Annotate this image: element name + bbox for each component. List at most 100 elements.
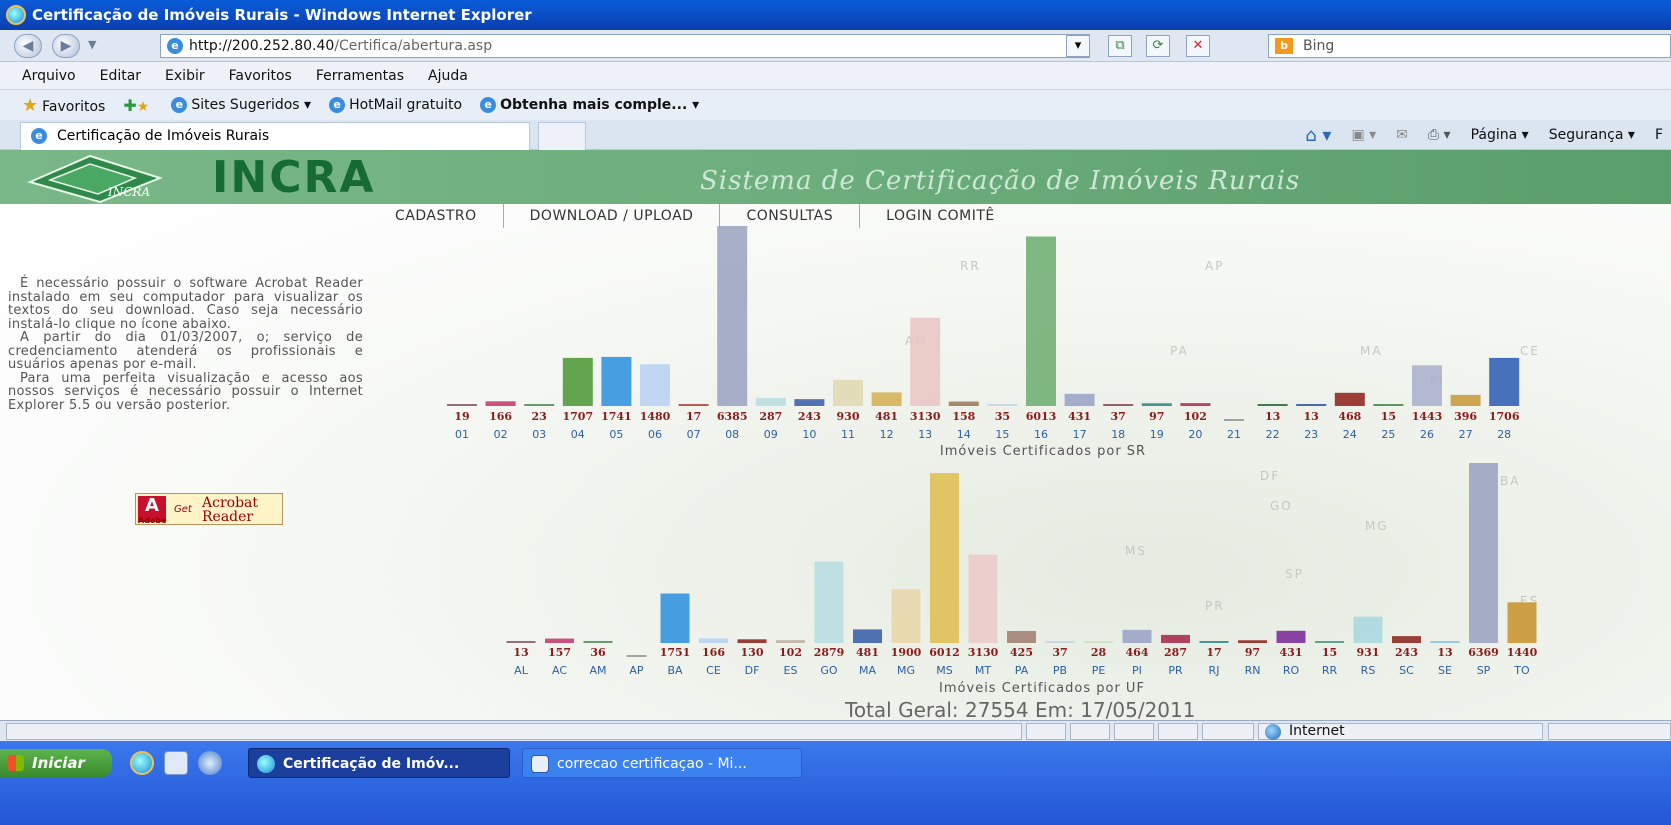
- quicklaunch-ie-icon[interactable]: [130, 751, 154, 775]
- value-label-19: 97: [1149, 410, 1164, 423]
- feeds-icon[interactable]: ▣ ▾: [1351, 127, 1376, 143]
- history-dropdown-icon[interactable]: ▼: [88, 38, 96, 51]
- category-label-21: 21: [1227, 428, 1241, 441]
- url-field[interactable]: e http://200.252.80.40/Certifica/abertur…: [160, 34, 1090, 58]
- category-label-pr: PR: [1168, 664, 1183, 677]
- menu-arquivo[interactable]: Arquivo: [22, 68, 76, 84]
- compatibility-view-button[interactable]: ⧉: [1108, 35, 1132, 57]
- category-label-26: 26: [1420, 428, 1434, 441]
- category-label-05: 05: [609, 428, 623, 441]
- add-favorite-star-icon: ★: [136, 98, 150, 115]
- bing-icon: b: [1275, 38, 1293, 54]
- category-label-mg: MG: [897, 664, 915, 677]
- forward-button[interactable]: ▶: [52, 34, 80, 58]
- category-label-25: 25: [1381, 428, 1395, 441]
- start-button[interactable]: Iniciar: [0, 749, 112, 777]
- tab-certificacao[interactable]: e Certificação de Imóveis Rurais: [20, 122, 530, 150]
- value-label-mt: 3130: [968, 646, 999, 659]
- status-cell: [1026, 723, 1066, 740]
- bar-06: [640, 364, 670, 406]
- bar-pi: [1122, 629, 1152, 643]
- value-label-al: 13: [513, 646, 528, 659]
- security-zone[interactable]: Internet: [1258, 723, 1543, 740]
- menu-exibir[interactable]: Exibir: [165, 68, 205, 84]
- value-label-10: 243: [798, 410, 821, 423]
- menu-ferramentas[interactable]: Ferramentas: [316, 68, 404, 84]
- map-label: SP: [1285, 567, 1304, 581]
- bar-11: [833, 379, 863, 406]
- taskbar-ie-window[interactable]: Certificação de Imóv...: [248, 748, 510, 778]
- bar-23: [1296, 404, 1327, 406]
- get-more-addons-link[interactable]: e Obtenha mais comple... ▾: [480, 97, 699, 113]
- category-label-pi: PI: [1132, 664, 1142, 677]
- category-label-ba: BA: [667, 664, 683, 677]
- suggested-sites-link[interactable]: e Sites Sugeridos ▾: [171, 97, 311, 113]
- security-menu[interactable]: Segurança ▾: [1549, 127, 1635, 143]
- category-label-02: 02: [494, 428, 508, 441]
- status-text-cell: [6, 723, 1022, 740]
- menu-favoritos[interactable]: Favoritos: [229, 68, 292, 84]
- value-label-17: 431: [1068, 410, 1091, 423]
- star-icon: ★: [22, 94, 39, 116]
- charts-area: RR AP AM PA MA CE PI BA DF GO MG MS SP PR ES 19 01 166 02…: [447, 226, 1538, 720]
- value-label-03: 23: [532, 410, 547, 423]
- category-label-19: 19: [1150, 428, 1164, 441]
- globe-icon: [1265, 724, 1281, 740]
- zoom-cell[interactable]: [1548, 723, 1671, 740]
- favorites-label: Favoritos: [42, 98, 106, 115]
- print-icon[interactable]: ⎙ ▾: [1428, 127, 1451, 143]
- bar-14: [948, 401, 979, 406]
- category-label-14: 14: [957, 428, 971, 441]
- more-menu[interactable]: F: [1655, 127, 1663, 143]
- ie-link-icon: e: [480, 97, 497, 113]
- menu-ajuda[interactable]: Ajuda: [428, 68, 468, 84]
- page-menu[interactable]: Página ▾: [1471, 127, 1529, 143]
- quicklaunch-desktop-icon[interactable]: [164, 751, 188, 775]
- new-tab-button[interactable]: [538, 122, 586, 150]
- bar-df: [737, 639, 767, 643]
- bar-12: [871, 392, 902, 406]
- add-favorite-button[interactable]: ✚★: [123, 96, 153, 115]
- category-label-24: 24: [1343, 428, 1357, 441]
- refresh-button[interactable]: ⟳: [1146, 35, 1170, 57]
- task1-label: Certificação de Imóv...: [283, 756, 460, 772]
- url-host: http://200.252.80.40: [189, 38, 335, 54]
- stop-button[interactable]: ✕: [1186, 35, 1210, 57]
- favorites-button[interactable]: ★ Favoritos: [22, 95, 105, 116]
- bar-24: [1334, 392, 1365, 406]
- category-label-20: 20: [1188, 428, 1202, 441]
- command-bar: ⌂ ▾ ▣ ▾ ✉ ⎙ ▾ Página ▾ Segurança ▾ F: [1305, 120, 1671, 150]
- quicklaunch-media-icon[interactable]: [198, 751, 222, 775]
- menu-editar[interactable]: Editar: [100, 68, 141, 84]
- category-label-22: 22: [1266, 428, 1280, 441]
- bar-09: [755, 397, 786, 406]
- category-label-13: 13: [918, 428, 932, 441]
- bar-ac: [545, 638, 574, 643]
- url-dropdown-button[interactable]: ▾: [1066, 35, 1090, 57]
- value-label-pb: 37: [1052, 646, 1067, 659]
- search-input[interactable]: b Bing: [1268, 34, 1671, 58]
- value-label-16: 6013: [1026, 410, 1057, 423]
- value-label-ac: 157: [548, 646, 571, 659]
- suggested-sites-label: Sites Sugeridos ▾: [191, 97, 312, 113]
- mail-icon[interactable]: ✉: [1396, 127, 1408, 143]
- search-placeholder: Bing: [1303, 38, 1335, 54]
- value-label-to: 1440: [1507, 646, 1538, 659]
- status-cell: [1158, 723, 1198, 740]
- taskbar-word-window[interactable]: correcao certificaçao - Mi...: [522, 748, 802, 778]
- back-button[interactable]: ◀: [14, 34, 42, 58]
- menu-bar: Arquivo Editar Exibir Favoritos Ferramen…: [0, 62, 1671, 90]
- value-label-sc: 243: [1395, 646, 1418, 659]
- refresh-icon: ⟳: [1152, 38, 1164, 53]
- value-label-ma: 481: [856, 646, 879, 659]
- category-label-df: DF: [745, 664, 760, 677]
- value-label-25: 15: [1381, 410, 1396, 423]
- category-label-ro: RO: [1283, 664, 1300, 677]
- category-label-28: 28: [1497, 428, 1511, 441]
- hotmail-link[interactable]: e HotMail gratuito: [329, 97, 462, 113]
- bar-27: [1450, 394, 1481, 406]
- category-label-ma: MA: [859, 664, 876, 677]
- status-cell: [1202, 723, 1254, 740]
- start-label: Iniciar: [32, 754, 85, 772]
- home-icon[interactable]: ⌂ ▾: [1305, 125, 1331, 146]
